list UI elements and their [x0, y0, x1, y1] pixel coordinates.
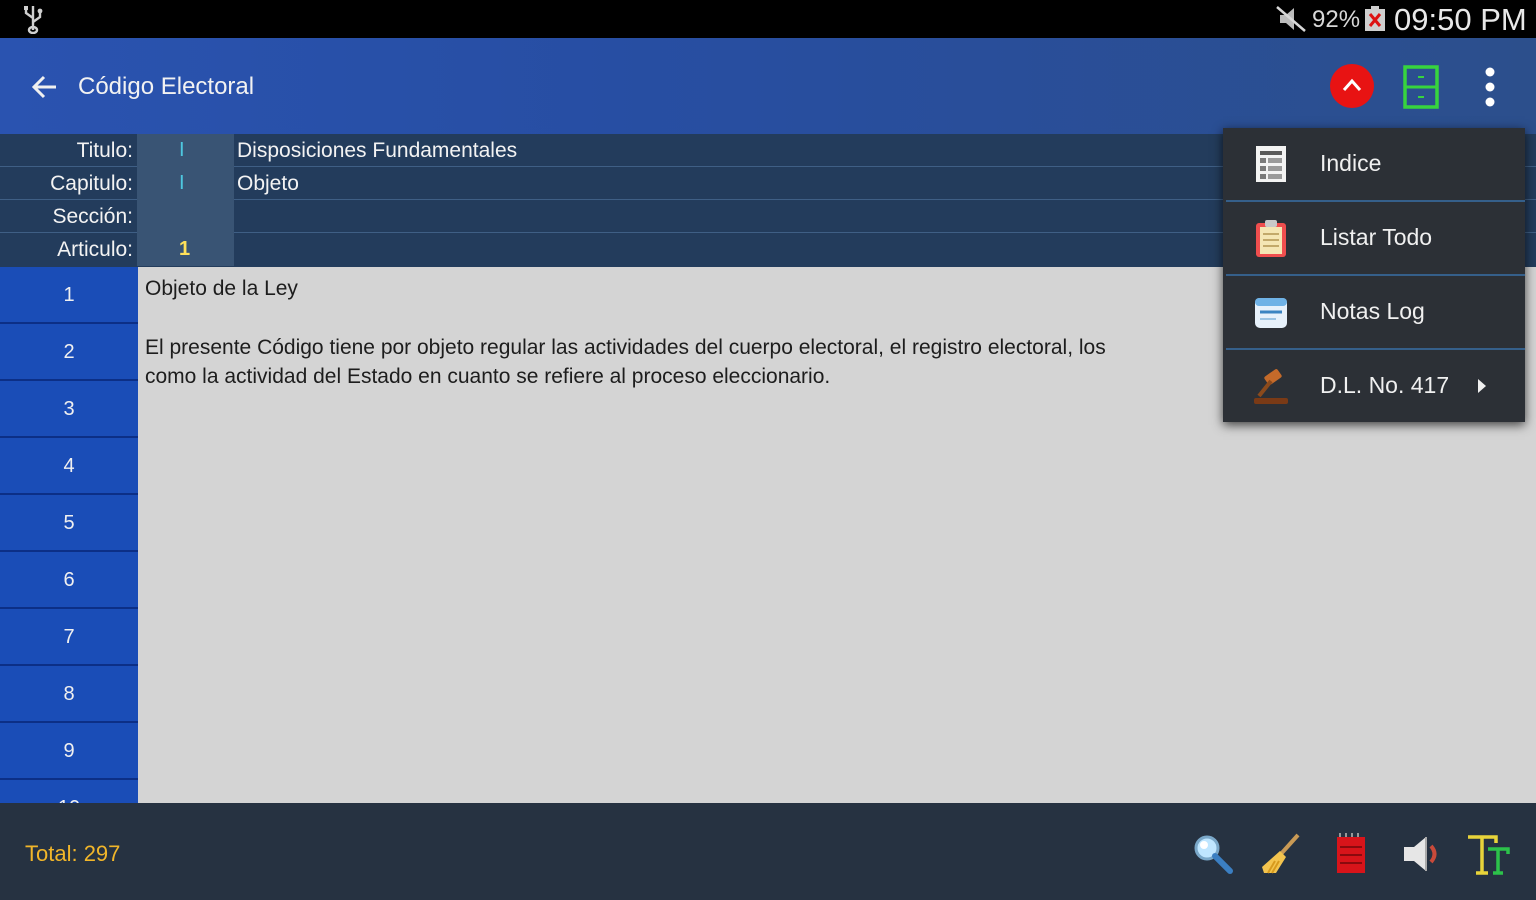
total-count: Total: 297 [25, 841, 121, 866]
article-list-item[interactable]: 10 [0, 780, 138, 803]
menu-item-dl-417[interactable]: D.L. No. 417 [1223, 350, 1525, 423]
article-list-item[interactable]: 6 [0, 552, 138, 609]
bookmark-icon[interactable] [1402, 64, 1440, 110]
article-list-item[interactable]: 7 [0, 609, 138, 666]
clock: 09:50 PM [1394, 2, 1527, 37]
info-label: Sección: [52, 205, 133, 228]
article-body: El presente Código tiene por objeto regu… [145, 336, 1106, 388]
info-label: Titulo: [76, 139, 133, 162]
page-title: Código Electoral [78, 73, 255, 100]
menu-item-notas-log[interactable]: Notas Log [1223, 276, 1525, 349]
menu-item-label: Notas Log [1320, 298, 1425, 324]
gavel-icon [1254, 369, 1288, 404]
app-bar: Código Electoral [0, 38, 1536, 134]
article-list-item[interactable]: 9 [0, 723, 138, 780]
info-number [137, 200, 234, 233]
article-list-item[interactable]: 3 [0, 381, 138, 438]
article-list-item[interactable]: 8 [0, 666, 138, 723]
info-value: Disposiciones Fundamentales [237, 139, 518, 162]
index-icon [1256, 146, 1286, 182]
info-label: Articulo: [57, 238, 133, 261]
menu-item-listar-todo[interactable]: Listar Todo [1223, 202, 1525, 275]
info-number: 1 [137, 233, 234, 266]
article-list-item[interactable]: 5 [0, 495, 138, 552]
menu-item-label: Listar Todo [1320, 224, 1433, 250]
scroll-up-button[interactable] [1330, 64, 1374, 108]
info-number: I [137, 167, 234, 200]
info-value: Objeto [237, 172, 299, 195]
clipboard-icon [1256, 220, 1286, 257]
status-bar: 92% 09:50 PM [0, 0, 1536, 38]
article-heading: Objeto de la Ley [145, 277, 298, 300]
search-icon[interactable] [1190, 831, 1236, 877]
battery-icon [1365, 6, 1385, 31]
bottom-toolbar: Total: 297 [0, 803, 1536, 900]
article-list-item[interactable]: 1 [0, 267, 138, 324]
usb-icon [24, 6, 43, 34]
notes-icon [1255, 298, 1287, 328]
overflow-dropdown-menu: Indice Listar Todo Notas Log D.L. No. 41… [1223, 128, 1525, 422]
mute-icon [1276, 6, 1306, 32]
menu-item-label: Indice [1320, 150, 1382, 176]
article-list-item[interactable]: 2 [0, 324, 138, 381]
battery-percent: 92% [1312, 6, 1361, 33]
text-size-icon[interactable] [1466, 831, 1512, 877]
menu-item-label: D.L. No. 417 [1320, 372, 1450, 398]
overflow-menu-icon[interactable] [1476, 64, 1504, 110]
article-list[interactable]: 1 2 3 4 5 6 7 8 9 10 [0, 267, 138, 803]
broom-icon[interactable] [1258, 831, 1304, 877]
submenu-arrow-icon [1478, 379, 1486, 393]
back-arrow-icon[interactable] [28, 70, 62, 104]
info-label: Capitulo: [50, 172, 133, 195]
article-list-item[interactable]: 4 [0, 438, 138, 495]
menu-item-indice[interactable]: Indice [1223, 128, 1525, 201]
speaker-icon[interactable] [1398, 831, 1444, 877]
notepad-icon[interactable] [1328, 831, 1374, 877]
info-number: I [137, 134, 234, 167]
chevron-up-icon [1342, 78, 1362, 91]
